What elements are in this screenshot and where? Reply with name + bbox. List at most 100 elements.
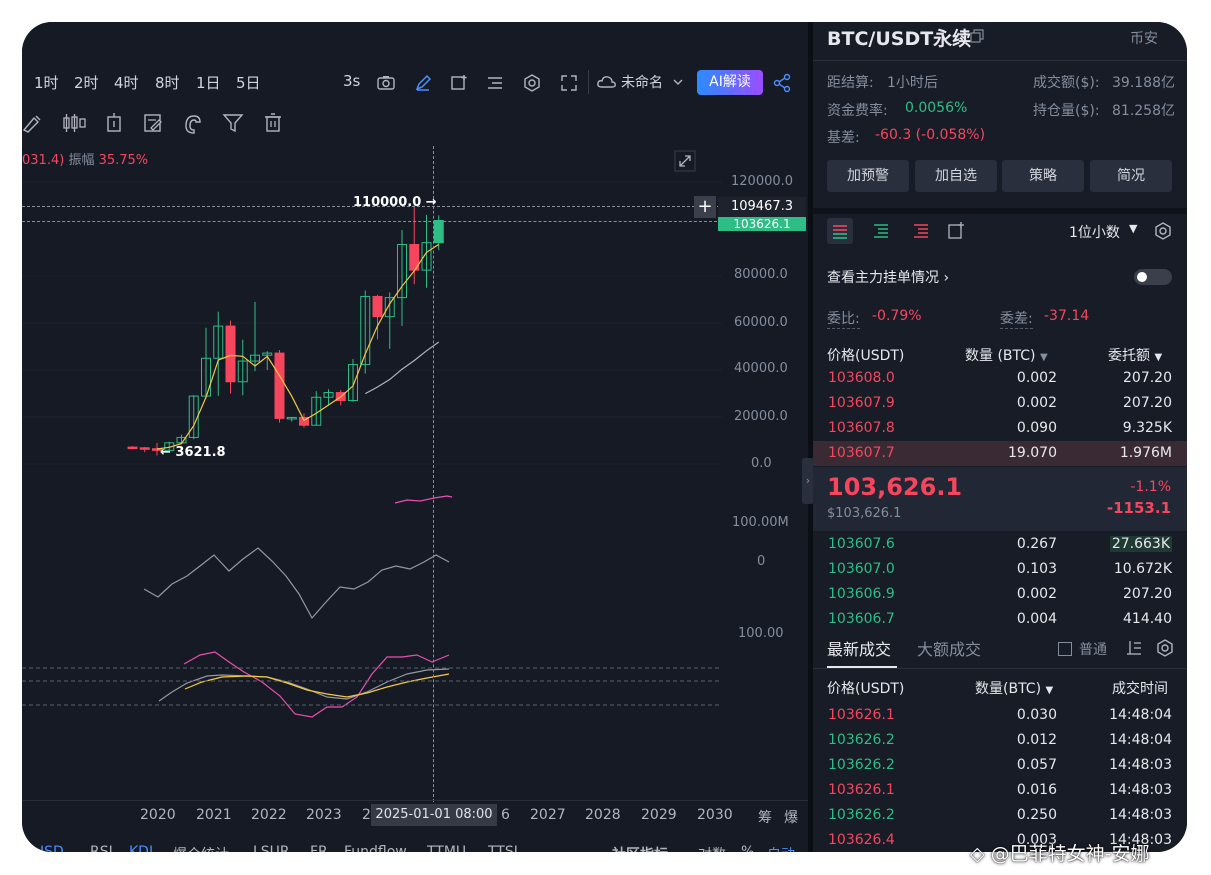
high-label: 110000.0 [353,195,422,210]
ask-row[interactable]: 103607.9 0.002 207.20 [813,391,1187,416]
book-bids-icon[interactable] [871,221,891,241]
percent-scale-toggle[interactable]: % [741,844,754,852]
bid-row[interactable]: 103606.9 0.002 207.20 [813,582,1187,607]
timeframe-4h[interactable]: 4时 [114,72,139,93]
fullscreen-icon[interactable] [559,73,579,93]
layout-name[interactable]: 未命名 [621,72,663,92]
book-header-amount[interactable]: 委托额 ▼ [1108,345,1162,365]
timeframe-1d[interactable]: 1日 [196,72,221,93]
sort-icon[interactable] [1125,639,1143,657]
community-indicator-tab[interactable]: 社区指标 [612,844,668,852]
trade-time: 14:48:04 [1109,707,1172,723]
bid-row[interactable]: 103607.0 0.103 10.672K [813,557,1187,582]
book-view-both[interactable] [827,218,853,244]
ask-row[interactable]: 103607.8 0.090 9.325K [813,416,1187,441]
indicator-tab-isd[interactable]: ISD [40,844,64,852]
bid-qty: 0.267 [1016,536,1057,552]
filter-icon[interactable] [222,112,244,134]
candle-type-icon[interactable] [61,112,87,134]
volume-label: 成交额($): [1033,75,1100,91]
bid-row[interactable]: 103607.6 0.267 27.663K [813,532,1187,557]
add-alert-button[interactable]: 加预警 [827,160,909,192]
volume-line [394,495,453,504]
settings-icon[interactable] [522,73,542,93]
book-settings-icon[interactable] [1153,221,1173,241]
normal-label: 普通 [1079,642,1107,658]
book-asks-icon[interactable] [911,221,931,241]
chart-area: 1时 2时 4时 8时 1日 5日 3s 未命名 AI解读 031.4) 振幅 … [22,22,808,852]
trade-row: 103626.2 0.250 14:48:03 [813,803,1187,828]
share-icon[interactable] [772,73,792,93]
precision-caret-icon[interactable]: ▼ [1129,222,1137,235]
price-chart[interactable] [22,142,808,802]
timeframe-8h[interactable]: 8时 [155,72,180,93]
trash-icon[interactable] [262,112,284,134]
timeframe-5d[interactable]: 5日 [236,72,261,93]
add-alert-plus-button[interactable]: + [694,196,716,218]
bid-qty: 0.002 [1016,586,1057,602]
indicator-tab-fr[interactable]: FR [310,844,328,852]
strategy-button[interactable]: 策略 [1002,160,1084,192]
chevron-down-icon[interactable] [672,76,684,88]
tab-large-trades[interactable]: 大额成交 [917,636,981,660]
popout-icon[interactable] [947,221,967,241]
indicator-tab-lsur[interactable]: LSUR [253,844,290,852]
chips-button[interactable]: 筹 [758,807,772,827]
bid-amount: 414.40 [1123,611,1172,627]
indicator-tab-rsi[interactable]: RSI [90,844,113,852]
timeframe-2h[interactable]: 2时 [74,72,99,93]
magnet-icon[interactable] [182,112,204,134]
timeframe-1h[interactable]: 1时 [34,72,59,93]
market-panel: BTC/USDT永续 币安 距结算: 1小时后 成交额($): 39.188亿 … [813,22,1187,852]
app-frame: 1时 2时 4时 8时 1日 5日 3s 未命名 AI解读 031.4) 振幅 … [22,22,1187,852]
indicator-tab-liquidation[interactable]: 爆仓统计 [173,844,229,852]
bid-amount: 27.663K [1109,536,1172,552]
trade-row: 103626.2 0.012 14:48:04 [813,728,1187,753]
interval-selector[interactable]: 3s [343,72,360,90]
auto-scale-toggle[interactable]: 自动 [767,844,795,852]
funding-value: 0.0056% [905,100,968,116]
book-header-qty[interactable]: 数量 (BTC) ▼ [965,345,1048,365]
trade-price: 103626.1 [828,707,895,723]
log-scale-toggle[interactable]: 对数 [698,844,726,852]
edit-note-icon[interactable] [142,112,164,134]
change-absolute: -1153.1 [1106,499,1171,517]
precision-selector[interactable]: 1位小数 [1069,222,1120,242]
camera-icon[interactable] [376,74,396,92]
diff-value: -37.14 [1044,308,1090,324]
settle-label: 距结算: [827,75,874,91]
add-watchlist-button[interactable]: 加自选 [915,160,997,192]
indicator-tab-fundflow[interactable]: Fundflow [344,844,407,852]
liquidation-button[interactable]: 爆 [784,807,798,827]
ask-qty: 0.002 [1016,395,1057,411]
overview-button[interactable]: 简况 [1090,160,1172,192]
add-window-icon[interactable] [450,74,468,92]
ask-row[interactable]: 103607.7 19.070 1.976M [813,441,1187,466]
indicator-icon[interactable] [104,112,124,134]
candle-body [127,446,138,450]
trade-price: 103626.4 [828,832,895,848]
indicator-tab-ttmu[interactable]: TTMU [427,844,466,852]
bid-row[interactable]: 103606.7 0.004 414.40 [813,607,1187,632]
ask-row[interactable]: 103608.0 0.002 207.20 [813,366,1187,391]
list-icon[interactable] [486,75,504,91]
indicator-tab-ttsl[interactable]: TTSL [488,844,522,852]
tab-latest-trades[interactable]: 最新成交 [827,636,891,660]
big-orders-toggle[interactable] [1134,269,1172,285]
ai-interpret-button[interactable]: AI解读 [697,70,763,95]
symbol-title[interactable]: BTC/USDT永续 [827,24,971,51]
copy-icon[interactable] [969,28,985,44]
trade-header-time: 成交时间 [1112,681,1168,697]
draw-pen-icon[interactable] [414,74,432,92]
x-axis-line [22,800,808,801]
normal-checkbox[interactable] [1058,642,1072,656]
trades-settings-icon[interactable] [1155,638,1175,658]
indicator-tab-kdj[interactable]: KDJ [129,844,153,852]
exchange-name[interactable]: 币安 [1130,28,1158,48]
kdj-d-line [158,668,450,702]
trade-price: 103626.2 [828,732,895,748]
trade-header-qty[interactable]: 数量(BTC) ▼ [975,678,1053,698]
big-orders-link[interactable]: 查看主力挂单情况 › [827,267,949,287]
trade-header-qty-label: 数量(BTC) [975,681,1042,697]
brush-icon[interactable] [22,112,44,134]
